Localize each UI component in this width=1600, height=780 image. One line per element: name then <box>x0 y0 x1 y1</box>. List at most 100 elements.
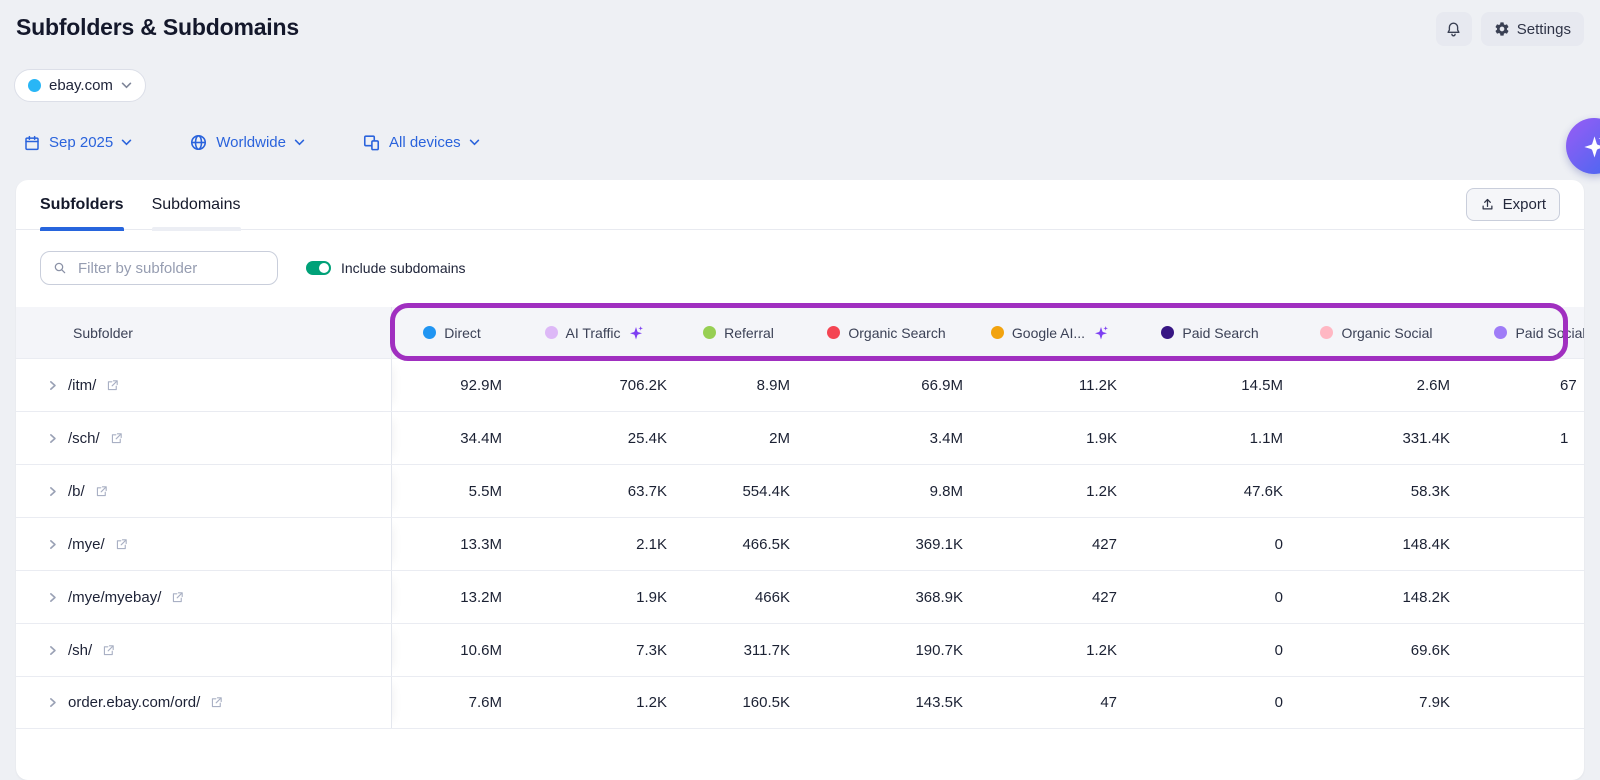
subfolder-name: /mye/myebay/ <box>68 589 161 606</box>
channel-color-dot <box>703 326 716 339</box>
tabs: Subfolders Subdomains <box>40 180 241 230</box>
metric-cell: 0 <box>1127 536 1293 553</box>
table-row: /b/ 5.5M63.7K554.4K9.8M1.2K47.6K58.3K <box>16 464 1584 517</box>
channel-column-header[interactable]: Organic Search <box>800 307 973 358</box>
metric-cell: 427 <box>973 536 1127 553</box>
tab-subfolders[interactable]: Subfolders <box>40 180 124 230</box>
export-button[interactable]: Export <box>1466 188 1560 221</box>
top-actions: Settings <box>1436 12 1584 46</box>
subfolder-column-header[interactable]: Subfolder <box>16 307 392 358</box>
metric-cell: 1.2K <box>973 642 1127 659</box>
metric-cell: 369.1K <box>800 536 973 553</box>
channel-column-header[interactable]: Paid Search <box>1127 307 1293 358</box>
subfolder-name: /mye/ <box>68 536 105 553</box>
subfolder-name: order.ebay.com/ord/ <box>68 694 200 711</box>
ai-sparkle-icon <box>1093 325 1109 341</box>
include-subdomains-toggle[interactable] <box>306 261 331 275</box>
search-icon <box>52 260 68 276</box>
metric-cell: 5.5M <box>392 483 512 500</box>
calendar-icon <box>23 134 41 152</box>
metric-cell: 190.7K <box>800 642 973 659</box>
external-link-icon[interactable] <box>114 537 129 552</box>
globe-icon <box>189 133 208 152</box>
external-link-icon[interactable] <box>94 484 109 499</box>
expand-row-icon[interactable] <box>46 485 59 498</box>
chevron-down-icon <box>121 82 132 89</box>
table-body: /itm/ 92.9M706.2K8.9M66.9M11.2K14.5M2.6M… <box>16 358 1584 729</box>
ai-assistant-button[interactable] <box>1566 118 1600 174</box>
channel-column-label: Paid Social <box>1515 325 1584 341</box>
metric-cell: 1.9K <box>973 430 1127 447</box>
table-header-row: Subfolder Direct AI Traffic Referral Org… <box>16 307 1584 358</box>
table-scroll-clip[interactable]: Subfolder Direct AI Traffic Referral Org… <box>16 307 1584 729</box>
channel-color-dot <box>1161 326 1174 339</box>
domain-favicon-dot <box>28 79 41 92</box>
subfolder-filter-box <box>40 251 278 285</box>
external-link-icon[interactable] <box>101 643 116 658</box>
expand-row-icon[interactable] <box>46 644 59 657</box>
channel-column-header[interactable]: Direct <box>392 307 512 358</box>
metric-cell: 148.2K <box>1293 589 1460 606</box>
bell-icon <box>1444 20 1463 39</box>
metric-cell: 3.4M <box>800 430 973 447</box>
metric-cell: 67 <box>1460 377 1584 394</box>
ai-sparkle-icon <box>628 325 644 341</box>
metric-cell: 66.9M <box>800 377 973 394</box>
channel-column-header[interactable]: Referral <box>677 307 800 358</box>
report-card: Subfolders Subdomains Export Include sub… <box>16 180 1584 780</box>
channel-column-header[interactable]: Paid Social <box>1460 307 1584 358</box>
channel-color-dot <box>545 326 558 339</box>
metric-cell: 331.4K <box>1293 430 1460 447</box>
metric-cell: 92.9M <box>392 377 512 394</box>
metric-cell: 2M <box>677 430 800 447</box>
external-link-icon[interactable] <box>105 378 120 393</box>
metric-cell: 1.2K <box>973 483 1127 500</box>
expand-row-icon[interactable] <box>46 591 59 604</box>
subfolder-cell: /mye/myebay/ <box>16 571 392 623</box>
region-filter[interactable]: Worldwide <box>183 132 311 153</box>
expand-row-icon[interactable] <box>46 538 59 551</box>
domain-name: ebay.com <box>49 77 113 94</box>
metric-cell: 34.4M <box>392 430 512 447</box>
chevron-down-icon <box>121 139 132 146</box>
channel-column-header[interactable]: Google AI... <box>973 307 1127 358</box>
channel-column-header[interactable]: Organic Social <box>1293 307 1460 358</box>
metric-cell: 9.8M <box>800 483 973 500</box>
external-link-icon[interactable] <box>109 431 124 446</box>
subfolder-cell: /sch/ <box>16 412 392 464</box>
table-row: /sch/ 34.4M25.4K2M3.4M1.9K1.1M331.4K1 <box>16 411 1584 464</box>
metric-cell: 13.3M <box>392 536 512 553</box>
channel-column-label: Referral <box>724 325 774 341</box>
metric-cell: 0 <box>1127 642 1293 659</box>
notifications-button[interactable] <box>1436 12 1472 46</box>
devices-filter-label: All devices <box>389 134 461 151</box>
tab-subdomains[interactable]: Subdomains <box>152 180 241 230</box>
channel-column-header[interactable]: AI Traffic <box>512 307 677 358</box>
toggle-knob <box>319 263 329 273</box>
subfolder-cell: order.ebay.com/ord/ <box>16 677 392 728</box>
metric-cell: 13.2M <box>392 589 512 606</box>
expand-row-icon[interactable] <box>46 379 59 392</box>
metric-cell: 148.4K <box>1293 536 1460 553</box>
devices-filter[interactable]: All devices <box>356 132 486 153</box>
expand-row-icon[interactable] <box>46 432 59 445</box>
metric-cell: 63.7K <box>512 483 677 500</box>
tabs-row: Subfolders Subdomains Export <box>16 180 1584 230</box>
include-subdomains-label: Include subdomains <box>341 260 466 276</box>
top-bar: Subfolders & Subdomains Settings <box>0 0 1600 46</box>
table-row: /mye/myebay/ 13.2M1.9K466K368.9K4270148.… <box>16 570 1584 623</box>
settings-button[interactable]: Settings <box>1481 12 1584 46</box>
subfolder-filter-input[interactable] <box>76 259 266 278</box>
external-link-icon[interactable] <box>209 695 224 710</box>
expand-row-icon[interactable] <box>46 696 59 709</box>
metric-cell: 11.2K <box>973 377 1127 394</box>
metric-cell: 0 <box>1127 589 1293 606</box>
domain-selector[interactable]: ebay.com <box>14 69 146 102</box>
external-link-icon[interactable] <box>170 590 185 605</box>
metric-cell: 0 <box>1127 694 1293 711</box>
metric-cell: 8.9M <box>677 377 800 394</box>
table-row: /itm/ 92.9M706.2K8.9M66.9M11.2K14.5M2.6M… <box>16 358 1584 411</box>
metric-cell: 1 <box>1460 430 1584 447</box>
page-title: Subfolders & Subdomains <box>16 14 299 41</box>
date-filter[interactable]: Sep 2025 <box>17 132 138 153</box>
